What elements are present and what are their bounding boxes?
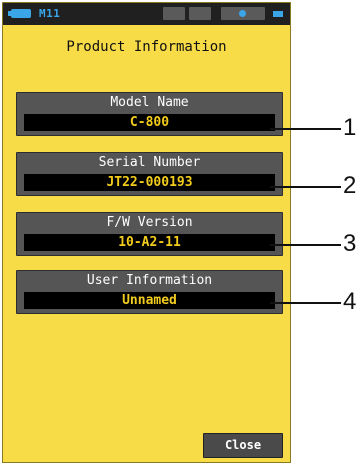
user-information-panel[interactable]: User Information Unnamed <box>16 270 283 314</box>
page-title: Product Information <box>66 39 227 55</box>
serial-number-panel: Serial Number JT22-000193 <box>16 152 283 196</box>
callout-leader-line <box>270 186 341 188</box>
user-information-label: User Information <box>86 273 213 288</box>
callout-leader-line <box>270 302 341 304</box>
serial-number-label: Serial Number <box>98 155 201 170</box>
callout-number: 4 <box>343 288 357 315</box>
device-screen: M11 Product Information Model Name C-800… <box>2 2 291 463</box>
callout-number: 1 <box>343 114 357 141</box>
fw-version-label: F/W Version <box>106 215 193 230</box>
callout-leader-line <box>270 128 341 130</box>
model-name-label: Model Name <box>110 95 189 110</box>
battery-icon <box>8 9 31 18</box>
fw-version-value: 10-A2-11 <box>118 235 181 250</box>
figure-canvas: M11 Product Information Model Name C-800… <box>0 0 357 467</box>
memory-icon <box>273 11 283 17</box>
callout-leader-line <box>270 244 341 246</box>
serial-number-value: JT22-000193 <box>106 175 193 190</box>
fw-version-panel: F/W Version 10-A2-11 <box>16 212 283 256</box>
model-name-panel: Model Name C-800 <box>16 92 283 136</box>
status-bar: M11 <box>3 3 290 25</box>
callout-number: 3 <box>343 230 357 257</box>
user-information-value: Unnamed <box>122 293 177 308</box>
status-indicator: M11 <box>39 7 61 20</box>
user-information-value-box[interactable]: Unnamed <box>24 292 275 309</box>
signal-dot-icon <box>239 10 246 17</box>
callout-number: 2 <box>343 172 357 199</box>
status-icon <box>163 7 185 20</box>
fw-version-value-box: 10-A2-11 <box>24 234 275 251</box>
serial-number-value-box: JT22-000193 <box>24 174 275 191</box>
status-icon <box>189 7 211 20</box>
close-button[interactable]: Close <box>203 433 283 458</box>
model-name-value: C-800 <box>129 115 170 130</box>
model-name-value-box: C-800 <box>24 114 275 131</box>
